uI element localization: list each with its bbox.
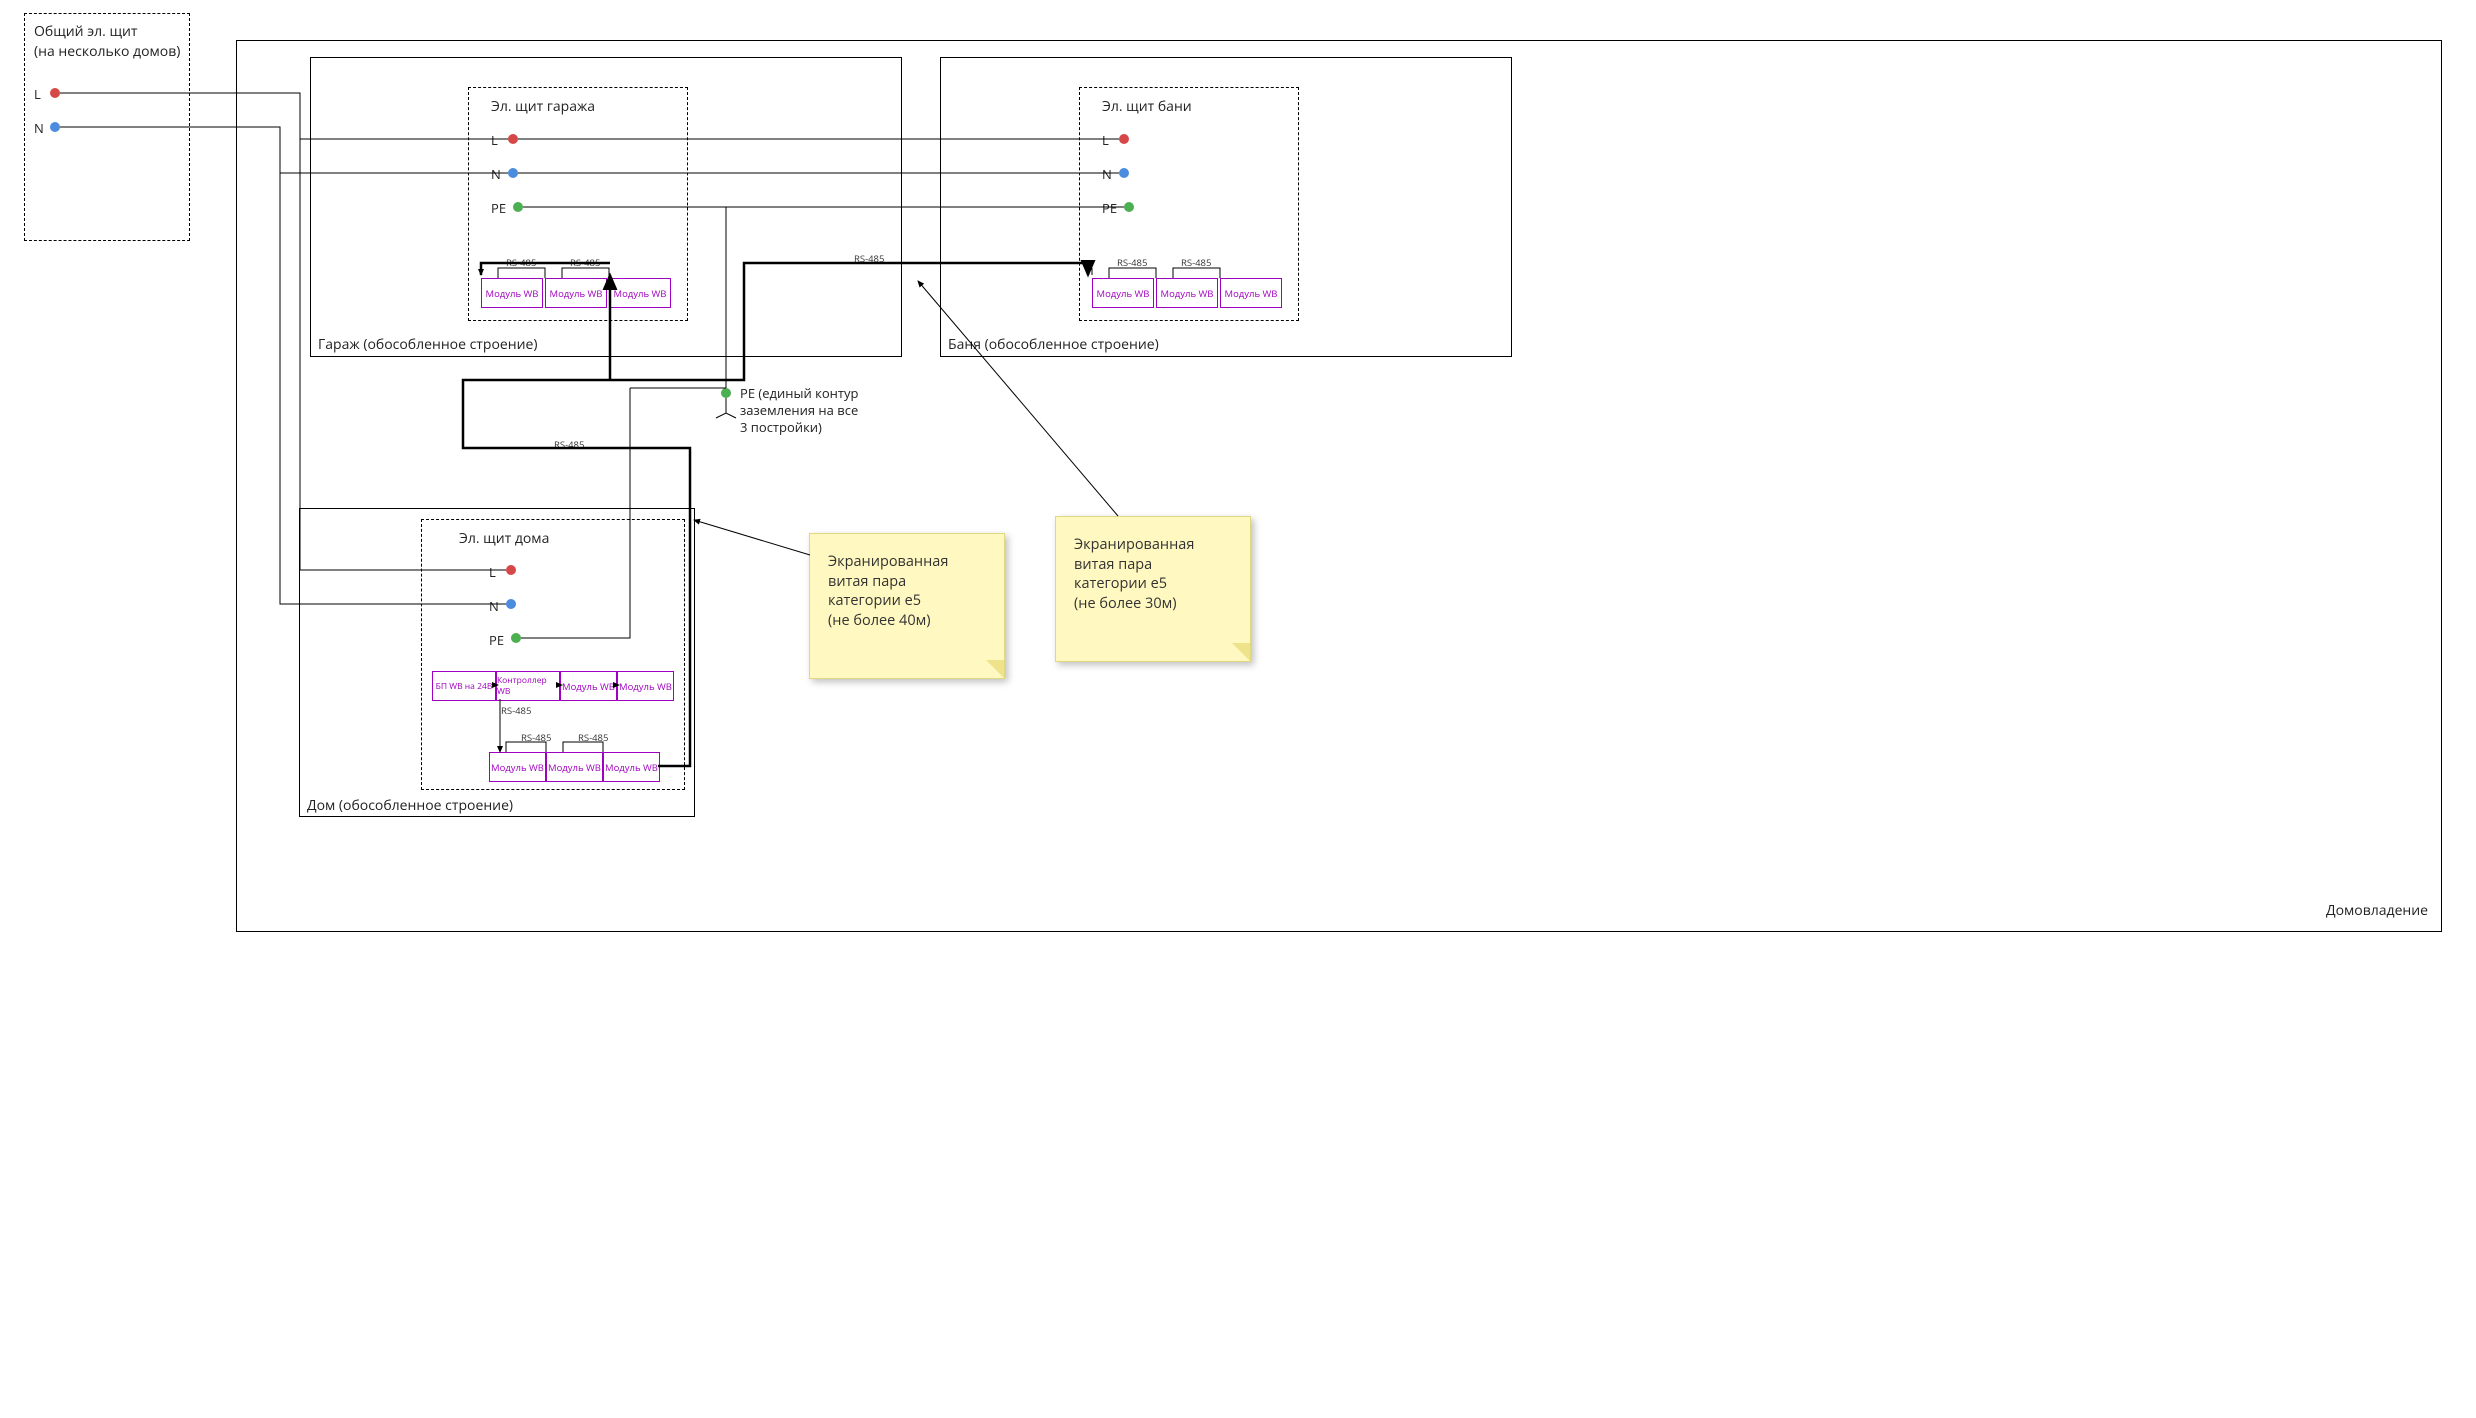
- bath-PE-label: PE: [1102, 199, 1117, 217]
- note-cable-40m-text: Экранированная витая пара категории e5 (…: [828, 552, 986, 630]
- house-bottom-module-2: Модуль WB: [546, 752, 603, 782]
- pe-common-dot: [721, 388, 731, 398]
- house-PE-label: PE: [489, 631, 504, 649]
- garage-PE-dot: [513, 202, 523, 212]
- house-rs-b1: RS-485: [521, 731, 551, 744]
- garage-rs-1: RS-485: [506, 256, 536, 269]
- house-top-module-4: Модуль WB: [617, 671, 674, 701]
- garage-L-dot: [508, 134, 518, 144]
- note-cable-40m: Экранированная витая пара категории e5 (…: [809, 533, 1005, 679]
- pe-line1: PE (единый контур: [740, 384, 859, 402]
- garage-N-label: N: [491, 165, 501, 183]
- house-N-label: N: [489, 597, 499, 615]
- house-bottom-module-3: Модуль WB: [603, 752, 660, 782]
- house-rs-top: RS-485: [501, 704, 531, 717]
- garage-rs-2: RS-485: [570, 256, 600, 269]
- house-rs-ext: RS-485: [554, 438, 584, 451]
- garage-PE-label: PE: [491, 199, 506, 217]
- house-L-dot: [506, 565, 516, 575]
- garage-panel-title: Эл. щит гаража: [491, 97, 595, 116]
- house-panel-title: Эл. щит дома: [459, 529, 549, 548]
- bath-module-3: Модуль WB: [1220, 278, 1282, 308]
- bath-N-dot: [1119, 168, 1129, 178]
- bath-rs-3: RS-485: [854, 252, 884, 265]
- pe-line2: заземления на все: [740, 401, 858, 419]
- bath-module-1: Модуль WB: [1092, 278, 1154, 308]
- bath-building-title: Баня (обособленное строение): [948, 335, 1159, 354]
- house-L-label: L: [489, 563, 496, 581]
- main-panel-title2: (на несколько домов): [34, 42, 180, 61]
- house-top-module-2: Контроллер WB: [496, 671, 560, 701]
- bath-rs-2: RS-485: [1181, 256, 1211, 269]
- garage-module-3: Модуль WB: [609, 278, 671, 308]
- house-PE-dot: [511, 633, 521, 643]
- house-top-module-1: БП WB на 24В: [432, 671, 496, 701]
- bath-PE-dot: [1124, 202, 1134, 212]
- bath-rs-1: RS-485: [1117, 256, 1147, 269]
- note-cable-30m-text: Экранированная витая пара категории e5 (…: [1074, 535, 1232, 613]
- house-building-title: Дом (обособленное строение): [307, 796, 513, 815]
- note-cable-30m: Экранированная витая пара категории e5 (…: [1055, 516, 1251, 662]
- bath-L-label: L: [1102, 131, 1109, 149]
- main-panel-N-label: N: [34, 119, 44, 137]
- main-panel-L-dot: [50, 88, 60, 98]
- ownership-label: Домовладение: [2326, 901, 2428, 920]
- garage-building-title: Гараж (обособленное строение): [318, 335, 538, 354]
- main-panel-N-dot: [50, 122, 60, 132]
- garage-L-label: L: [491, 131, 498, 149]
- garage-module-1: Модуль WB: [481, 278, 543, 308]
- house-rs-b2: RS-485: [578, 731, 608, 744]
- main-panel-L-label: L: [34, 85, 41, 103]
- house-top-module-3: Модуль WB: [560, 671, 617, 701]
- garage-N-dot: [508, 168, 518, 178]
- pe-line3: 3 постройки): [740, 418, 822, 436]
- house-bottom-module-1: Модуль WB: [489, 752, 546, 782]
- bath-panel-title: Эл. щит бани: [1102, 97, 1192, 116]
- house-panel: [421, 519, 685, 790]
- house-N-dot: [506, 599, 516, 609]
- bath-module-2: Модуль WB: [1156, 278, 1218, 308]
- bath-L-dot: [1119, 134, 1129, 144]
- main-panel-title1: Общий эл. щит: [34, 22, 138, 41]
- garage-module-2: Модуль WB: [545, 278, 607, 308]
- bath-N-label: N: [1102, 165, 1112, 183]
